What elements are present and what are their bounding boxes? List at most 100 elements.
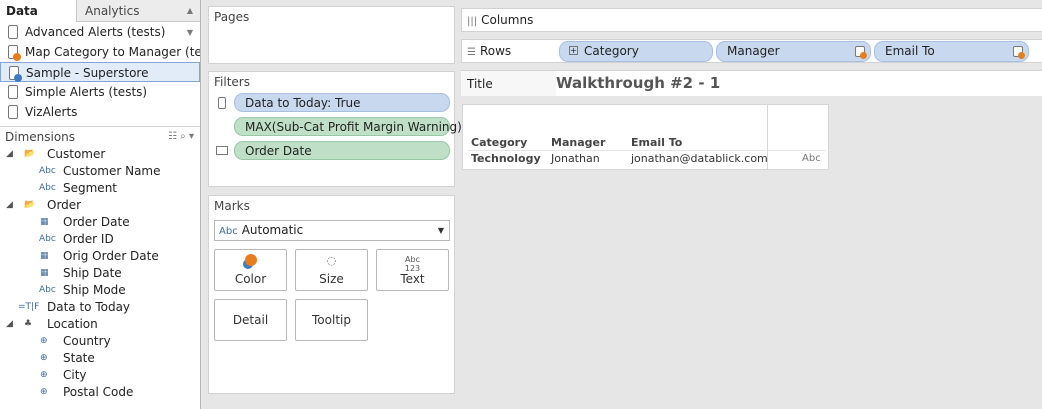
worksheet-title[interactable]: Walkthrough #2 - 1 xyxy=(556,70,1042,96)
field-label: State xyxy=(63,351,95,365)
filter-pill-order-date[interactable]: Order Date xyxy=(234,141,450,160)
datasource-icon xyxy=(8,85,18,99)
abc-type-icon: Abc xyxy=(39,285,56,295)
datasource-label: Sample - Superstore xyxy=(26,66,149,80)
marks-card: Marks Abc Automatic ▼ Color ◌ Size Abc 12… xyxy=(208,195,455,394)
filter-pill-data-to-today[interactable]: Data to Today: True xyxy=(234,93,450,112)
field-item[interactable]: ⊕ City xyxy=(0,367,200,384)
date-type-icon: ▦ xyxy=(40,217,49,227)
globe-icon: ⊕ xyxy=(40,370,48,380)
size-button[interactable]: ◌ Size xyxy=(295,249,368,291)
filters-card[interactable]: Filters Data to Today: True MAX(Sub-Cat … xyxy=(208,71,462,187)
pages-card[interactable]: Pages xyxy=(208,6,455,64)
row-pill-email-to[interactable]: Email To xyxy=(874,41,1029,62)
data-pane: Data Analytics ▲ ▼ Advanced Alerts (tests)… xyxy=(0,0,201,409)
columns-label-text: Columns xyxy=(481,13,534,27)
field-item[interactable]: Abc Order ID xyxy=(0,231,200,248)
dimensions-title: Dimensions xyxy=(5,130,76,144)
globe-icon: ⊕ xyxy=(40,336,48,346)
color-button[interactable]: Color xyxy=(214,249,287,291)
datasource-label: VizAlerts xyxy=(25,105,78,119)
field-label: City xyxy=(63,368,87,382)
cell-category: Technology xyxy=(471,152,541,165)
pane-tabs: Data Analytics ▲ ▼ xyxy=(0,0,200,37)
detail-label: Detail xyxy=(232,313,269,327)
field-item[interactable]: ▦ Order Date xyxy=(0,214,200,231)
dimension-tree: ◢ 📂 Customer Abc Customer Name Abc Segment ◢… xyxy=(0,146,200,401)
boolean-type-icon: =T|F xyxy=(18,302,40,312)
tooltip-button[interactable]: Tooltip xyxy=(295,299,368,341)
field-label: Location xyxy=(47,317,98,331)
dimensions-tools: ☷ ⌕ ▾ xyxy=(168,127,194,147)
row-pill-manager[interactable]: Manager xyxy=(716,41,871,62)
size-icon: ◌ xyxy=(326,254,337,267)
search-icon[interactable]: ⌕ xyxy=(180,131,186,142)
datasource-icon xyxy=(8,25,18,39)
datasource-item[interactable]: Map Category to Manager (te... xyxy=(0,42,200,62)
field-item[interactable]: Abc Segment xyxy=(0,180,200,197)
expand-plus-icon[interactable]: + xyxy=(569,46,578,55)
alert-badge-icon xyxy=(860,52,867,59)
context-filter-icon xyxy=(216,146,228,155)
tab-data[interactable]: Data xyxy=(0,0,77,22)
abc-type-icon: Abc xyxy=(39,166,56,176)
datasource-list: Advanced Alerts (tests) Map Category to … xyxy=(0,22,200,122)
chevron-down-icon: ▼ xyxy=(437,226,444,235)
datasource-icon xyxy=(8,105,18,119)
field-item[interactable]: ⊕ State xyxy=(0,350,200,367)
field-item[interactable]: ▦ Orig Order Date xyxy=(0,248,200,265)
color-icon xyxy=(215,254,286,269)
datasource-label: Map Category to Manager (te... xyxy=(25,45,201,59)
field-folder-customer[interactable]: ◢ 📂 Customer xyxy=(0,146,200,163)
rows-shelf[interactable]: ☰ Rows + Category Manager Email To xyxy=(461,39,1042,63)
datasource-item[interactable]: VizAlerts xyxy=(0,102,200,122)
date-type-icon: ▦ xyxy=(40,251,49,261)
menu-dropdown-icon[interactable]: ▾ xyxy=(189,131,194,142)
datasource-item[interactable]: Advanced Alerts (tests) xyxy=(0,22,200,42)
collapse-icon[interactable]: ◢ xyxy=(6,146,13,163)
datasource-filter-icon xyxy=(218,97,226,109)
pages-title: Pages xyxy=(214,10,250,24)
field-item[interactable]: Abc Ship Mode xyxy=(0,282,200,299)
text-icon: Abc 123 xyxy=(404,255,421,273)
columns-icon: ||| xyxy=(467,16,478,27)
field-item[interactable]: ⊕ Country xyxy=(0,333,200,350)
view-list-icon[interactable]: ☷ xyxy=(168,131,177,142)
datasource-item-selected[interactable]: Sample - Superstore xyxy=(0,62,200,82)
cell-email: jonathan@datablick.com xyxy=(631,152,768,165)
field-item[interactable]: ▦ Ship Date xyxy=(0,265,200,282)
abc-type-icon: Abc xyxy=(39,234,56,244)
dimensions-header: Dimensions ☷ ⌕ ▾ xyxy=(0,126,200,146)
columns-shelf[interactable]: ||| Columns xyxy=(461,8,1042,32)
field-label: Country xyxy=(63,334,111,348)
field-label: Orig Order Date xyxy=(63,249,159,263)
cell-manager: Jonathan xyxy=(551,152,600,165)
rows-label: ☰ Rows xyxy=(467,40,511,64)
datasource-item[interactable]: Simple Alerts (tests) xyxy=(0,82,200,102)
field-item[interactable]: =T|F Data to Today xyxy=(0,299,200,316)
text-button[interactable]: Abc 123 Text xyxy=(376,249,449,291)
pill-label: Email To xyxy=(885,44,935,58)
mark-type-dropdown[interactable]: Abc Automatic ▼ xyxy=(214,220,450,241)
header-category: Category xyxy=(471,136,528,149)
collapse-icon[interactable]: ◢ xyxy=(6,197,13,214)
pill-label: Manager xyxy=(727,44,780,58)
cell-text-mark[interactable]: Abc xyxy=(802,153,821,164)
tab-analytics[interactable]: Analytics ▲ ▼ xyxy=(77,0,200,37)
alert-badge-icon xyxy=(1018,52,1025,59)
size-label: Size xyxy=(319,272,344,286)
columns-label: ||| Columns xyxy=(467,9,533,33)
abc-icon: Abc xyxy=(219,226,238,237)
detail-button[interactable]: Detail xyxy=(214,299,287,341)
field-label: Customer Name xyxy=(63,164,161,178)
field-item[interactable]: Abc Customer Name xyxy=(0,163,200,180)
field-folder-order[interactable]: ◢ 📂 Order xyxy=(0,197,200,214)
field-item[interactable]: ⊕ Postal Code xyxy=(0,384,200,401)
row-pill-category[interactable]: + Category xyxy=(559,41,713,62)
collapse-icon[interactable]: ◢ xyxy=(6,316,13,333)
filter-pill-profit-margin-warning[interactable]: MAX(Sub-Cat Profit Margin Warning) xyxy=(234,117,462,136)
globe-icon: ⊕ xyxy=(40,353,48,363)
field-hierarchy-location[interactable]: ◢ ♣ Location xyxy=(0,316,200,333)
viz-table[interactable]: Category Manager Email To Technology Jon… xyxy=(462,104,829,170)
header-email-to: Email To xyxy=(631,136,683,149)
